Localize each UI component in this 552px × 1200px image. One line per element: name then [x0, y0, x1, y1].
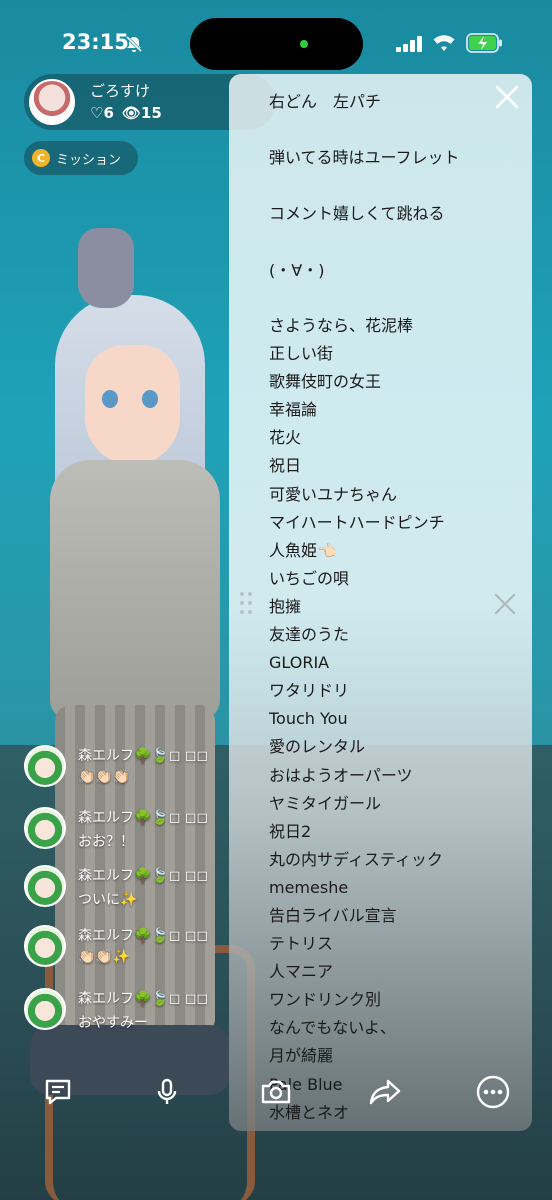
song-item: いちごの唄: [269, 568, 350, 588]
song-item: 月が綺麗: [269, 1046, 334, 1066]
camera-indicator-dot: [300, 40, 308, 48]
song-item: 幸福論: [269, 400, 318, 420]
chat-username: 森エルフ🌳🍃◻ ◻◻: [78, 991, 209, 1007]
song-item: 歌舞伎町の女王: [269, 372, 382, 392]
song-item: ワタリドリ: [269, 681, 350, 701]
song-item: ヤミタイガール: [269, 793, 382, 813]
chat-text: おやすみー: [78, 1015, 148, 1031]
chat-avatar[interactable]: [24, 745, 66, 787]
chat-text: 👏🏻👏🏻👏🏻: [78, 769, 131, 785]
streamer-name: ごろすけ: [90, 82, 151, 100]
song-item: 正しい街: [269, 344, 334, 364]
streamer-stats: ♡6 👁15: [90, 104, 162, 122]
chat-message: 森エルフ🌳🍃◻ ◻◻ 👏🏻👏🏻✨: [24, 925, 239, 983]
chat-text: 👏🏻👏🏻✨: [78, 949, 131, 965]
chat-avatar[interactable]: [24, 988, 66, 1030]
song-item: おはようオーパーツ: [269, 765, 413, 785]
plush-toy: [78, 228, 134, 308]
chat-text: おお？！: [78, 834, 134, 850]
song-item: テトリス: [269, 934, 334, 954]
chat-message: 森エルフ🌳🍃◻ ◻◻ ついに✨: [24, 865, 239, 923]
song-item: 友達のうた: [269, 625, 350, 645]
share-arrow-icon: [369, 1079, 401, 1105]
microphone-icon: [157, 1078, 177, 1104]
song-item: 丸の内サディスティック: [269, 849, 443, 869]
avatar-eye-left: [102, 390, 118, 408]
setlist-note: 右どん 左パチ: [269, 92, 382, 111]
chat-username: 森エルフ🌳🍃◻ ◻◻: [78, 748, 209, 764]
follower-count: ♡6: [90, 104, 114, 122]
song-item: 祝日: [269, 456, 302, 476]
comment-button[interactable]: [38, 1072, 78, 1112]
song-item: 祝日2: [269, 821, 312, 841]
chat-message: 森エルフ🌳🍃◻ ◻◻ おやすみー: [24, 988, 239, 1046]
wifi-icon: [433, 35, 455, 51]
song-item: さようなら、花泥棒: [269, 316, 414, 335]
camera-button[interactable]: [256, 1072, 296, 1112]
coin-icon: C: [32, 149, 50, 167]
mute-bell-icon: [125, 35, 143, 53]
song-item: 花火: [269, 428, 302, 448]
mission-button[interactable]: C ミッション: [24, 141, 138, 175]
chat-avatar[interactable]: [24, 865, 66, 907]
song-item: 告白ライバル宣言: [269, 905, 397, 925]
bottom-toolbar: [0, 1068, 552, 1118]
chat-text: ついに✨: [78, 892, 138, 908]
chat-username: 森エルフ🌳🍃◻ ◻◻: [78, 868, 209, 884]
more-options-icon: [476, 1075, 510, 1109]
setlist-panel[interactable]: 右どん 左パチ 弾いてる時はユーフレット コメント嬉しくて跳ねる (・∀・) さ…: [229, 74, 532, 1131]
comment-icon: [45, 1079, 71, 1105]
song-item: 人魚姫👈🏻: [269, 540, 337, 560]
dynamic-island: [190, 18, 363, 70]
more-button[interactable]: [473, 1072, 513, 1112]
song-item: memeshe: [269, 877, 349, 897]
battery-charging-icon: [466, 33, 502, 53]
viewer-count: 👁15: [121, 104, 162, 122]
song-item: 可愛いユナちゃん: [269, 484, 398, 504]
song-item: 愛のレンタル: [269, 737, 366, 757]
song-item: GLORIA: [269, 653, 330, 673]
chat-avatar[interactable]: [24, 925, 66, 967]
close-icon[interactable]: [492, 82, 522, 112]
signal-icon: [396, 36, 422, 52]
song-item: ワンドリンク別: [269, 990, 382, 1010]
streamer-avatar[interactable]: [29, 79, 75, 125]
song-item: 人マニア: [269, 962, 334, 982]
song-item: 抱擁: [269, 596, 302, 616]
setlist-note: コメント嬉しくて跳ねる: [269, 204, 445, 223]
avatar-eye-right: [142, 390, 158, 408]
chat-avatar[interactable]: [24, 807, 66, 849]
setlist-note: (・∀・): [269, 261, 325, 280]
chat-message: 森エルフ🌳🍃◻ ◻◻ おお？！: [24, 807, 239, 865]
song-list: さようなら、花泥棒 正しい街 歌舞伎町の女王 幸福論 花火 祝日 可愛いユナちゃ…: [269, 312, 445, 1127]
close-icon[interactable]: [492, 591, 518, 617]
avatar-face: [85, 345, 180, 465]
avatar-cardigan: [50, 460, 220, 720]
song-item: Touch You: [269, 709, 348, 729]
setlist-note: 弾いてる時はユーフレット: [269, 148, 460, 167]
chat-username: 森エルフ🌳🍃◻ ◻◻: [78, 928, 209, 944]
song-item: マイハートハードピンチ: [269, 512, 445, 532]
microphone-button[interactable]: [147, 1072, 187, 1112]
share-button[interactable]: [365, 1072, 405, 1112]
mission-label: ミッション: [56, 152, 122, 168]
status-time: 23:15: [62, 30, 129, 54]
chat-username: 森エルフ🌳🍃◻ ◻◻: [78, 810, 209, 826]
song-item: なんでもないよ、: [269, 1018, 396, 1038]
chat-message: 森エルフ🌳🍃◻ ◻◻ 👏🏻👏🏻👏🏻: [24, 745, 239, 803]
drag-handle-icon[interactable]: [239, 590, 253, 616]
camera-icon: [261, 1080, 291, 1104]
